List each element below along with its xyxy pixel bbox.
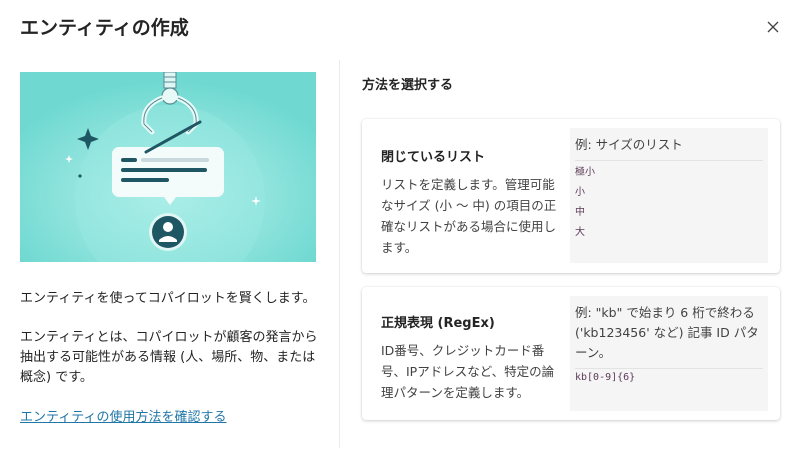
regex-description: ID番号、クレジットカード番号、IPアドレスなど、特定の論理パターンを定義します… [381, 343, 555, 400]
list-item: 中 [575, 207, 585, 218]
list-item: 小 [575, 187, 585, 198]
closed-list-example-items: 極小 小 中 大 [575, 163, 595, 243]
regex-title: 正規表現 (RegEx) [381, 316, 495, 331]
learn-entities-link[interactable]: エンティティの使用方法を確認する [20, 406, 226, 425]
list-item: 大 [575, 227, 585, 238]
close-button[interactable] [762, 16, 784, 38]
regex-option-card[interactable]: 正規表現 (RegEx) ID番号、クレジットカード番号、IPアドレスなど、特定… [362, 287, 780, 420]
closed-list-option-card[interactable]: 閉じているリスト リストを定義します。管理可能なサイズ (小 ～ 中) の項目の… [362, 119, 780, 273]
closed-list-example: 例: サイズのリスト 極小 小 中 大 [570, 128, 768, 263]
example-divider [575, 160, 763, 161]
choose-method-heading: 方法を選択する [362, 78, 454, 93]
regex-example: 例: "kb" で始まり 6 桁で終わる ('kb123456' など) 記事 … [570, 296, 768, 411]
list-item: 極小 [575, 167, 595, 178]
close-icon [767, 21, 779, 33]
closed-list-example-label: 例: サイズのリスト [575, 137, 683, 152]
entity-illustration [20, 72, 316, 262]
regex-example-label: 例: "kb" で始まり 6 桁で終わる ('kb123456' など) 記事 … [575, 305, 759, 360]
dialog-title: エンティティの作成 [20, 17, 189, 39]
example-divider [575, 368, 763, 369]
closed-list-title: 閉じているリスト [381, 150, 486, 165]
regex-example-code: kb[0-9]{6} [575, 372, 636, 383]
entity-lead-text: エンティティを使ってコパイロットを賢くします。 [20, 291, 316, 306]
entity-description: エンティティとは、コパイロットが顧客の発言から抽出する可能性がある情報 (人、場… [20, 330, 318, 385]
column-divider [339, 60, 340, 448]
closed-list-description: リストを定義します。管理可能なサイズ (小 ～ 中) の項目の正確なリストがある… [381, 177, 557, 255]
